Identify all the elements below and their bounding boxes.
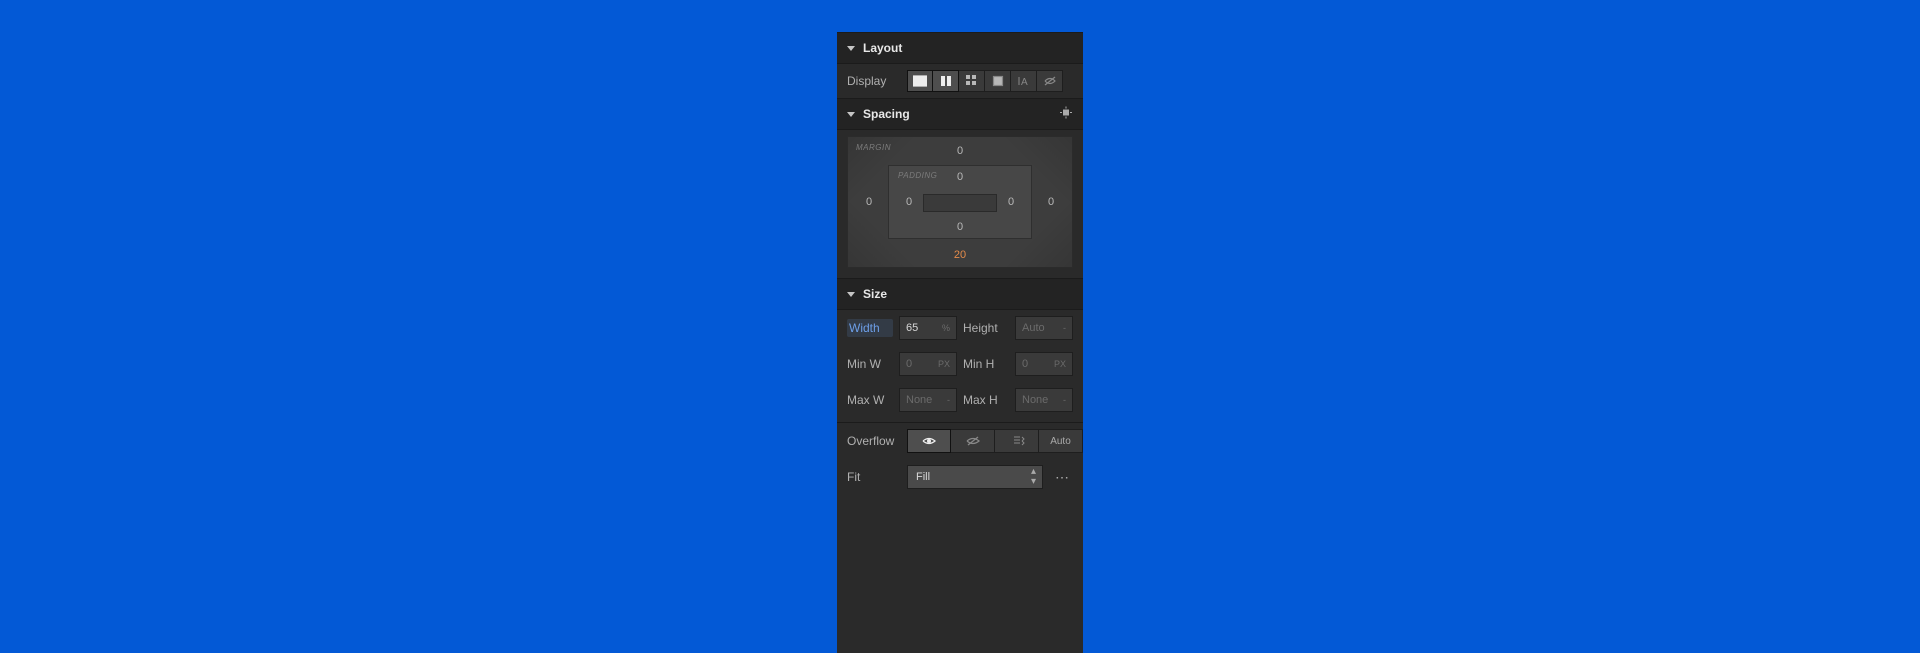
- fit-select[interactable]: Fill ▴▾: [907, 465, 1043, 489]
- fit-more-button[interactable]: ⋯: [1051, 465, 1073, 489]
- display-inline-button[interactable]: A: [1011, 70, 1037, 92]
- margin-right-input[interactable]: 0: [1042, 196, 1060, 208]
- height-input[interactable]: Auto -: [1015, 316, 1073, 340]
- overflow-visible-button[interactable]: [907, 429, 951, 453]
- layout-title: Layout: [863, 41, 902, 55]
- minh-input[interactable]: 0 PX: [1015, 352, 1073, 376]
- width-input[interactable]: 65 %: [899, 316, 957, 340]
- overflow-auto-button[interactable]: Auto: [1039, 429, 1083, 453]
- fit-row: Fit Fill ▴▾ ⋯: [837, 459, 1083, 495]
- max-row: Max W None - Max H None -: [837, 382, 1083, 418]
- padding-bottom-input[interactable]: 0: [951, 221, 969, 233]
- display-button-group: A: [907, 70, 1063, 92]
- maxw-label: Max W: [847, 393, 893, 407]
- maxh-label: Max H: [963, 393, 1009, 407]
- padding-label: PADDING: [898, 171, 937, 180]
- display-none-button[interactable]: [1037, 70, 1063, 92]
- size-title: Size: [863, 287, 887, 301]
- overflow-group: Auto: [907, 429, 1083, 453]
- display-block-button[interactable]: [907, 70, 933, 92]
- width-label: Width: [847, 319, 893, 337]
- content-box: [923, 194, 997, 212]
- display-flex-button[interactable]: [933, 70, 959, 92]
- margin-left-input[interactable]: 0: [860, 196, 878, 208]
- display-label: Display: [847, 74, 899, 88]
- display-inline-block-button[interactable]: [985, 70, 1011, 92]
- maxw-input[interactable]: None -: [899, 388, 957, 412]
- minw-input[interactable]: 0 PX: [899, 352, 957, 376]
- overflow-hidden-button[interactable]: [951, 429, 995, 453]
- padding-left-input[interactable]: 0: [900, 196, 918, 208]
- layout-section-header[interactable]: Layout: [837, 32, 1083, 64]
- width-height-row: Width 65 % Height Auto -: [837, 310, 1083, 346]
- margin-label: MARGIN: [856, 143, 891, 152]
- chevron-down-icon: [847, 292, 855, 297]
- fit-label: Fit: [847, 470, 899, 484]
- display-grid-button[interactable]: [959, 70, 985, 92]
- height-label: Height: [963, 321, 1009, 335]
- size-section-header[interactable]: Size: [837, 278, 1083, 310]
- spacing-title: Spacing: [863, 107, 910, 121]
- chevron-down-icon: [847, 112, 855, 117]
- margin-top-input[interactable]: 0: [951, 145, 969, 157]
- style-panel: Layout Display A Spacing: [837, 32, 1083, 653]
- spacing-focus-icon[interactable]: [1059, 107, 1073, 122]
- margin-bottom-input[interactable]: 20: [951, 249, 969, 261]
- padding-top-input[interactable]: 0: [951, 171, 969, 183]
- minw-label: Min W: [847, 357, 893, 371]
- minh-label: Min H: [963, 357, 1009, 371]
- svg-text:A: A: [1021, 77, 1028, 87]
- display-row: Display A: [837, 64, 1083, 98]
- overflow-label: Overflow: [847, 434, 899, 448]
- padding-right-input[interactable]: 0: [1002, 196, 1020, 208]
- maxh-input[interactable]: None -: [1015, 388, 1073, 412]
- overflow-row: Overflow Auto: [837, 423, 1083, 459]
- spacing-box: MARGIN 0 20 0 0 PADDING 0 0 0 0: [847, 136, 1073, 268]
- select-caret-icon: ▴▾: [1031, 467, 1036, 487]
- overflow-scroll-button[interactable]: [995, 429, 1039, 453]
- spacing-section-header[interactable]: Spacing: [837, 98, 1083, 130]
- min-row: Min W 0 PX Min H 0 PX: [837, 346, 1083, 382]
- chevron-down-icon: [847, 46, 855, 51]
